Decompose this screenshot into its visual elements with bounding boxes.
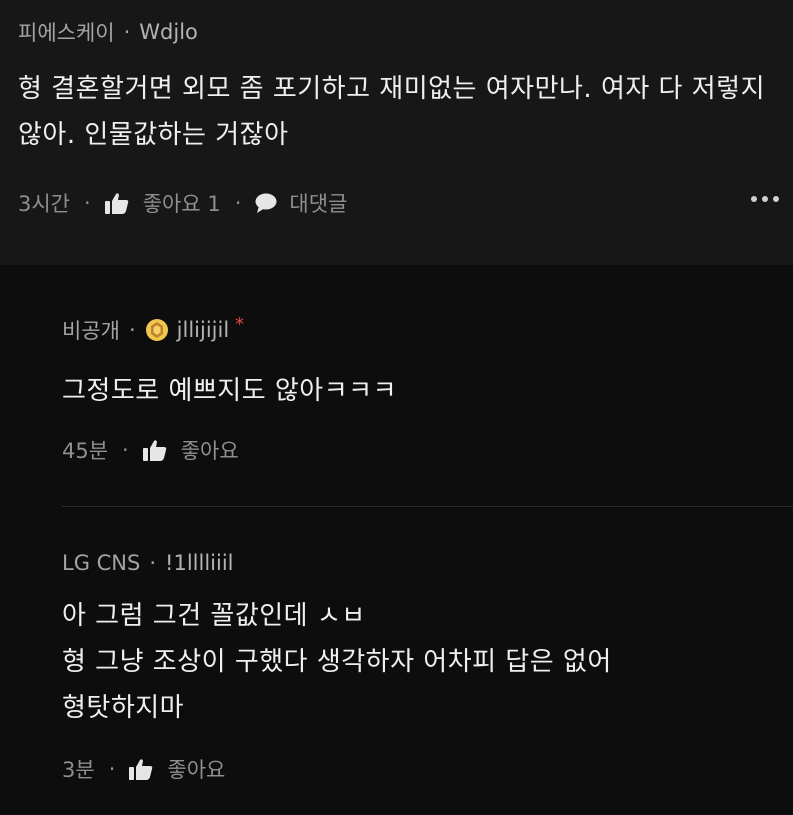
reply-meta: 비공개 · jllijijil * (62, 312, 773, 348)
reply-actions: 3분 · 좋아요 (62, 749, 773, 789)
meta-separator: · (149, 551, 157, 575)
comment-actions: 3시간 · 좋아요 1 · 대댓글 (18, 183, 347, 223)
thumbs-up-icon[interactable] (129, 758, 153, 780)
company-name: LG CNS (62, 551, 141, 575)
action-separator: · (84, 191, 91, 215)
reply-body-line: 형탓하지마 (62, 693, 185, 723)
company-name: 비공개 (62, 319, 120, 343)
action-separator: · (234, 191, 242, 215)
comment-meta: 피에스케이 · Wdjlo (18, 14, 773, 50)
action-separator: · (122, 438, 129, 462)
company-name: 피에스케이 (18, 21, 115, 45)
reply-body-line: 형 그냥 조상이 구했다 생각하자 어차피 답은 없어 (62, 647, 612, 677)
author-nickname[interactable]: Wdjlo (139, 20, 198, 44)
comment-body: 형 결혼할거면 외모 좀 포기하고 재미없는 여자만나. 여자 다 저렇지않아.… (18, 74, 765, 150)
reply-body: 그정도로 예쁘지도 않아ㅋㅋㅋ (62, 376, 397, 406)
reply-item: LG CNS · !1lllliiil 아 그럼 그건 꼴값인데 ㅅㅂ 형 그냥… (62, 507, 793, 789)
dot (762, 196, 768, 202)
chat-bubble-icon[interactable] (255, 193, 277, 213)
like-count-label[interactable]: 좋아요 1 (143, 188, 221, 218)
author-badge-star: * (235, 313, 245, 335)
dot (773, 196, 779, 202)
reply-actions: 45분 · 좋아요 (62, 430, 773, 470)
reply-button[interactable]: 대댓글 (289, 188, 347, 218)
comment-time: 3시간 (18, 192, 71, 216)
more-dots-icon[interactable] (751, 196, 779, 202)
author-nickname[interactable]: jllijijil (177, 318, 230, 342)
like-button-label[interactable]: 좋아요 (167, 754, 225, 784)
reply-item: 비공개 · jllijijil * 그정도로 예쁘지도 않아ㅋㅋㅋ 45분 · … (62, 265, 793, 507)
meta-separator: · (123, 20, 131, 44)
reply-time: 45분 (62, 439, 109, 463)
thumbs-up-icon[interactable] (104, 192, 129, 214)
like-button-label[interactable]: 좋아요 (181, 435, 239, 465)
reply-body: 아 그럼 그건 꼴값인데 ㅅㅂ 형 그냥 조상이 구했다 생각하자 어차피 답은… (62, 593, 773, 731)
action-separator: · (108, 757, 116, 781)
author-nickname[interactable]: !1lllliiil (165, 551, 233, 575)
reply-meta: LG CNS · !1lllliiil (62, 545, 773, 581)
reply-body-line: 아 그럼 그건 꼴값인데 ㅅㅂ (62, 601, 366, 631)
thumbs-up-icon[interactable] (142, 439, 167, 461)
meta-separator: · (128, 318, 136, 342)
reply-time: 3분 (62, 758, 95, 782)
dot (751, 196, 757, 202)
comment-card: 피에스케이 · Wdjlo 형 결혼할거면 외모 좀 포기하고 재미없는 여자만… (0, 0, 793, 265)
badge-icon (145, 318, 169, 342)
